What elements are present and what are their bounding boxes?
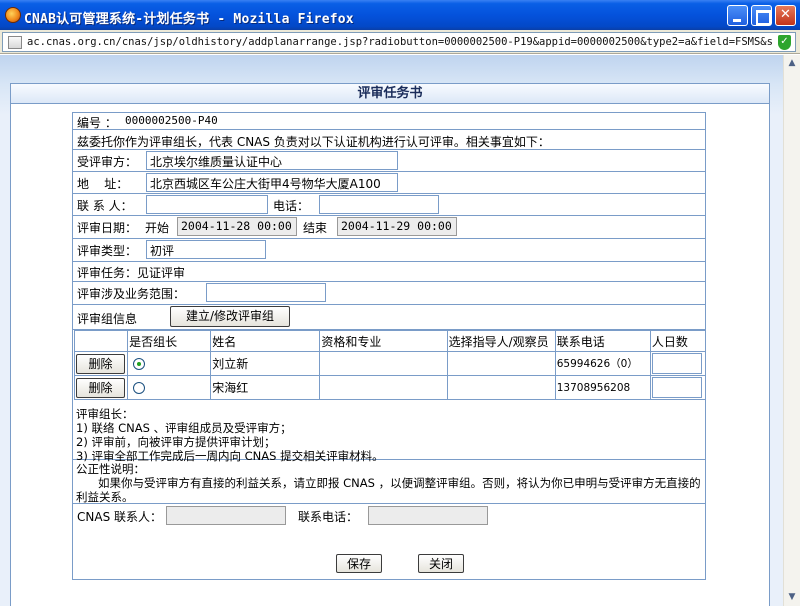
page-icon <box>8 36 22 49</box>
delete-button[interactable]: 删除 <box>76 377 125 398</box>
edit-group-button[interactable]: 建立/修改评审组 <box>170 306 290 327</box>
start-label: 开始 <box>145 221 170 235</box>
phone-label: 电话： <box>273 199 310 213</box>
cnas-contact-label: CNAS 联系人： <box>77 510 162 524</box>
start-date-field[interactable]: 2004-11-28 00:00 <box>177 217 297 236</box>
page-viewport: 评审任务书 编号 ： 0000002500-P40 兹委托你作为评审组长，代表 … <box>0 55 783 606</box>
member-phone: 13708956208 <box>554 375 651 400</box>
leader-note-item: 1) 联络 CNAS 、评审组成员及受评审方； <box>76 421 292 435</box>
number-label: 编号 ： <box>77 116 117 130</box>
scope-field[interactable] <box>206 283 326 302</box>
fairness-text: 如果你与受评审方有直接的利益关系，请立即报 CNAS ，以便调整评审组。否则，将… <box>76 476 701 504</box>
header-phone: 联系电话 <box>554 330 651 352</box>
member-phone: 65994626（0） <box>554 351 651 376</box>
address-label: 地 址： <box>77 177 129 191</box>
close-window-button[interactable]: ✕ <box>775 5 796 26</box>
header-guide: 选择指导人/观察员 <box>446 330 556 352</box>
delete-button[interactable]: 删除 <box>76 353 125 374</box>
days-input[interactable] <box>651 377 702 398</box>
number-row: 编号 ： 0000002500-P40 <box>73 113 705 130</box>
phone-field[interactable] <box>319 195 439 214</box>
member-qualification <box>319 351 448 376</box>
vertical-scrollbar[interactable]: ▲ ▼ <box>783 55 800 606</box>
type-row: 评审类型： 初评 <box>73 239 705 262</box>
address-row: 地 址： 北京西城区车公庄大街甲4号物华大厦A100 <box>73 172 705 194</box>
scope-label: 评审涉及业务范围： <box>77 287 186 301</box>
scope-row: 评审涉及业务范围： <box>73 282 705 305</box>
cnas-contact-field[interactable] <box>166 506 286 525</box>
days-input[interactable] <box>651 353 702 374</box>
header-qualification: 资格和专业 <box>319 330 448 352</box>
member-guide <box>446 351 556 376</box>
intro-row: 兹委托你作为评审组长，代表 CNAS 负责对以下认证机构进行认可评审。相关事宜如… <box>73 130 705 150</box>
members-table: 是否组长 姓名 资格和专业 选择指导人/观察员 联系电话 人日数 删除 刘立新 … <box>73 330 707 400</box>
security-shield-icon: ✓ <box>778 35 791 50</box>
group-label: 评审组信息 <box>77 312 138 326</box>
leader-radio[interactable] <box>133 358 146 370</box>
url-text: ac.cnas.org.cn/cnas/jsp/oldhistory/addpl… <box>27 36 772 48</box>
number-value: 0000002500-P40 <box>125 114 218 127</box>
fairness-title: 公正性说明： <box>76 462 145 476</box>
group-row: 评审组信息 建立/修改评审组 <box>73 305 705 330</box>
leader-radio[interactable] <box>133 382 146 394</box>
firefox-icon <box>5 7 21 23</box>
window-titlebar: CNAB认可管理系统-计划任务书 - Mozilla Firefox ✕ <box>0 0 800 30</box>
task-label: 评审任务：见证评审 <box>77 266 186 280</box>
address-bar: ac.cnas.org.cn/cnas/jsp/oldhistory/addpl… <box>0 30 800 54</box>
member-name: 宋海红 <box>210 375 321 400</box>
address-field[interactable]: 北京西城区车公庄大街甲4号物华大厦A100 <box>146 173 398 192</box>
header-days: 人日数 <box>649 330 707 352</box>
reviewee-row: 受评审方： 北京埃尔维质量认证中心 <box>73 150 705 172</box>
intro-text: 兹委托你作为评审组长，代表 CNAS 负责对以下认证机构进行认可评审。相关事宜如… <box>77 135 550 149</box>
fairness-notes: 公正性说明： 如果你与受评审方有直接的利益关系，请立即报 CNAS ，以便调整评… <box>73 460 705 504</box>
leader-notes: 评审组长： 1) 联络 CNAS 、评审组成员及受评审方； 2) 评审前，向被评… <box>73 405 705 463</box>
contact-row: 联 系 人： 电话： <box>73 194 705 216</box>
save-button[interactable]: 保存 <box>336 554 382 573</box>
url-field[interactable]: ac.cnas.org.cn/cnas/jsp/oldhistory/addpl… <box>2 32 796 52</box>
cnas-contact-row: CNAS 联系人： 联系电话： <box>73 504 705 528</box>
reviewee-label: 受评审方： <box>77 155 138 169</box>
contact-label: 联 系 人： <box>77 199 133 213</box>
minimize-button[interactable] <box>727 5 748 26</box>
end-label: 结束 <box>303 221 328 235</box>
scroll-up-arrow-icon[interactable]: ▲ <box>784 55 800 72</box>
scroll-down-arrow-icon[interactable]: ▼ <box>784 589 800 606</box>
window-title: CNAB认可管理系统-计划任务书 - Mozilla Firefox <box>24 12 354 27</box>
members-table-row: 是否组长 姓名 资格和专业 选择指导人/观察员 联系电话 人日数 删除 刘立新 … <box>73 330 707 405</box>
task-row: 评审任务：见证评审 <box>73 262 705 282</box>
table-row: 删除 宋海红 13708956208 <box>73 375 707 400</box>
cnas-phone-field[interactable] <box>368 506 488 525</box>
type-label: 评审类型： <box>77 244 138 258</box>
members-header-row: 是否组长 姓名 资格和专业 选择指导人/观察员 联系电话 人日数 <box>73 330 707 352</box>
header-name: 姓名 <box>210 330 321 352</box>
reviewee-field[interactable]: 北京埃尔维质量认证中心 <box>146 151 398 170</box>
contact-field[interactable] <box>146 195 268 214</box>
leader-notes-title: 评审组长： <box>76 407 134 421</box>
date-label: 评审日期： <box>77 221 138 235</box>
member-guide <box>446 375 556 400</box>
end-date-field[interactable]: 2004-11-29 00:00 <box>337 217 457 236</box>
leader-note-item: 2) 评审前，向被评审方提供评审计划； <box>76 435 276 449</box>
task-panel: 评审任务书 编号 ： 0000002500-P40 兹委托你作为评审组长，代表 … <box>10 83 770 606</box>
cnas-phone-label: 联系电话： <box>298 510 359 524</box>
close-button[interactable]: 关闭 <box>418 554 464 573</box>
header-leader: 是否组长 <box>127 330 212 352</box>
type-field[interactable]: 初评 <box>146 240 266 259</box>
header-action <box>73 330 129 352</box>
member-name: 刘立新 <box>210 351 321 376</box>
task-form: 编号 ： 0000002500-P40 兹委托你作为评审组长，代表 CNAS 负… <box>72 112 707 580</box>
maximize-button[interactable] <box>751 5 772 26</box>
page-title: 评审任务书 <box>11 84 769 104</box>
member-qualification <box>319 375 448 400</box>
table-row: 删除 刘立新 65994626（0） <box>73 351 707 376</box>
date-row: 评审日期： 开始 2004-11-28 00:00 结束 2004-11-29 … <box>73 216 705 239</box>
